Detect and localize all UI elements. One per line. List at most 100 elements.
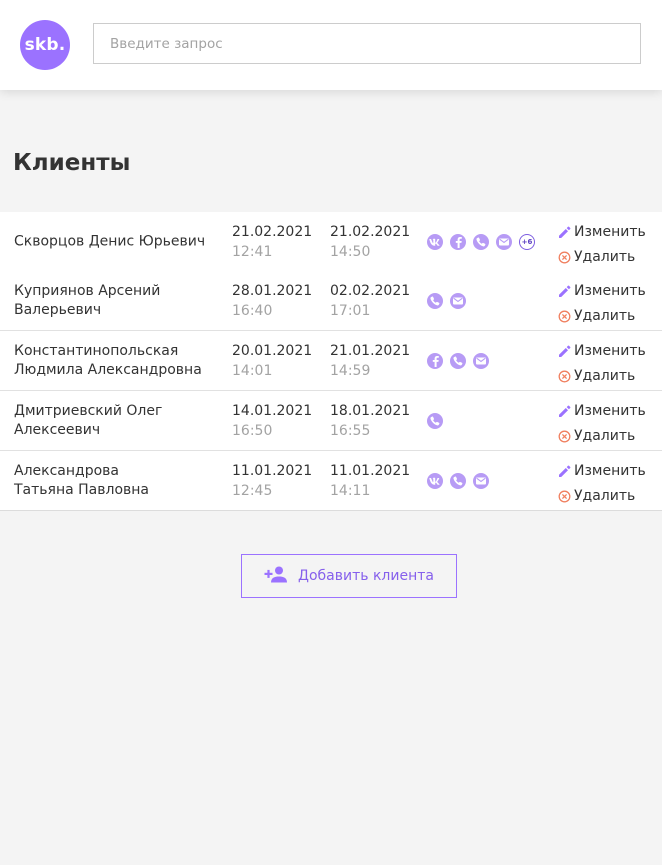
edit-button[interactable]: Изменить <box>558 339 646 364</box>
edit-label: Изменить <box>574 283 646 299</box>
client-row: Скворцов Денис Юрьевич 21.02.2021 12:41 … <box>0 212 662 271</box>
add-client-button[interactable]: Добавить клиента <box>241 554 457 598</box>
phone-icon[interactable] <box>450 352 466 369</box>
email-icon[interactable] <box>496 233 512 250</box>
vk-icon[interactable] <box>427 472 443 489</box>
client-name: Дмитриевский Олег Алексеевич <box>14 402 214 440</box>
vk-icon[interactable] <box>427 233 443 250</box>
delete-label: Удалить <box>574 368 636 384</box>
more-contacts-badge[interactable]: +6 <box>519 233 535 250</box>
delete-label: Удалить <box>574 249 636 265</box>
changed-time: 14:11 <box>330 483 371 499</box>
changed-cell: 18.01.2021 16:55 <box>330 401 410 441</box>
client-name: Скворцов Денис Юрьевич <box>14 232 214 251</box>
delete-button[interactable]: Удалить <box>558 304 646 329</box>
email-icon[interactable] <box>473 472 489 489</box>
created-time: 12:45 <box>232 483 273 499</box>
changed-date: 02.02.2021 <box>330 283 411 299</box>
add-client-label: Добавить клиента <box>298 568 434 584</box>
created-time: 16:50 <box>232 423 273 439</box>
changed-cell: 21.01.2021 14:59 <box>330 341 410 381</box>
delete-label: Удалить <box>574 488 636 504</box>
delete-button[interactable]: Удалить <box>558 245 646 270</box>
pencil-icon <box>558 226 571 239</box>
changed-cell: 02.02.2021 17:01 <box>330 281 410 321</box>
delete-icon <box>558 310 571 323</box>
phone-icon[interactable] <box>427 412 443 429</box>
created-time: 14:01 <box>232 363 273 379</box>
delete-icon <box>558 490 571 503</box>
logo[interactable]: skb. <box>20 20 70 70</box>
changed-time: 17:01 <box>330 303 371 319</box>
edit-button[interactable]: Изменить <box>558 279 646 304</box>
client-row: Куприянов Арсений Валерьевич 28.01.2021 1… <box>0 271 662 331</box>
pencil-icon <box>558 465 571 478</box>
edit-label: Изменить <box>574 224 646 240</box>
client-name-line: Куприянов Арсений <box>14 282 161 299</box>
phone-icon[interactable] <box>473 233 489 250</box>
pencil-icon <box>558 345 571 358</box>
row-actions: Изменить Удалить <box>558 399 646 449</box>
delete-button[interactable]: Удалить <box>558 424 646 449</box>
client-row: Дмитриевский Олег Алексеевич 14.01.2021 1… <box>0 391 662 451</box>
client-name-line: Скворцов Денис Юрьевич <box>14 233 206 249</box>
row-actions: Изменить Удалить <box>558 339 646 389</box>
delete-label: Удалить <box>574 428 636 444</box>
client-name-line: Алексеевич <box>14 421 101 438</box>
client-name-line: Татьяна Павловна <box>14 481 149 498</box>
created-cell: 28.01.2021 16:40 <box>232 281 312 321</box>
delete-icon <box>558 370 571 383</box>
pencil-icon <box>558 405 571 418</box>
email-icon[interactable] <box>473 352 489 369</box>
edit-label: Изменить <box>574 463 646 479</box>
created-date: 11.01.2021 <box>232 463 313 479</box>
created-date: 28.01.2021 <box>232 283 313 299</box>
client-name-line: Александрова <box>14 462 119 479</box>
contacts-list <box>427 292 466 309</box>
created-cell: 21.02.2021 12:41 <box>232 222 312 262</box>
client-row: Александрова Татьяна Павловна 11.01.2021 … <box>0 451 662 511</box>
client-name: Куприянов Арсений Валерьевич <box>14 282 214 320</box>
clients-table: Скворцов Денис Юрьевич 21.02.2021 12:41 … <box>0 212 662 511</box>
delete-icon <box>558 430 571 443</box>
delete-button[interactable]: Удалить <box>558 484 646 509</box>
client-name-line: Дмитриевский Олег <box>14 402 163 419</box>
phone-icon[interactable] <box>427 292 443 309</box>
facebook-icon[interactable] <box>427 352 443 369</box>
email-icon[interactable] <box>450 292 466 309</box>
client-row: Константинопольская Людмила Александровна… <box>0 331 662 391</box>
changed-cell: 21.02.2021 14:50 <box>330 222 410 262</box>
delete-button[interactable]: Удалить <box>558 364 646 389</box>
changed-date: 21.02.2021 <box>330 224 411 240</box>
created-date: 14.01.2021 <box>232 403 313 419</box>
edit-label: Изменить <box>574 403 646 419</box>
client-name-line: Людмила Александровна <box>14 361 202 378</box>
search-input[interactable] <box>93 23 641 64</box>
contacts-list <box>427 472 489 489</box>
facebook-icon[interactable] <box>450 233 466 250</box>
delete-label: Удалить <box>574 308 636 324</box>
contacts-list <box>427 412 443 429</box>
created-date: 21.02.2021 <box>232 224 313 240</box>
changed-date: 11.01.2021 <box>330 463 411 479</box>
changed-time: 16:55 <box>330 423 371 439</box>
edit-button[interactable]: Изменить <box>558 459 646 484</box>
header: skb. <box>0 0 662 90</box>
changed-time: 14:59 <box>330 363 371 379</box>
contacts-list: +6 <box>427 233 535 250</box>
client-name: Константинопольская Людмила Александровна <box>14 342 214 380</box>
page-title: Клиенты <box>13 150 131 176</box>
edit-button[interactable]: Изменить <box>558 399 646 424</box>
pencil-icon <box>558 285 571 298</box>
edit-button[interactable]: Изменить <box>558 220 646 245</box>
changed-cell: 11.01.2021 14:11 <box>330 461 410 501</box>
add-user-icon <box>264 566 288 587</box>
created-time: 16:40 <box>232 303 273 319</box>
created-cell: 14.01.2021 16:50 <box>232 401 312 441</box>
changed-time: 14:50 <box>330 244 371 260</box>
client-name-line: Константинопольская <box>14 342 179 359</box>
client-name: Александрова Татьяна Павловна <box>14 462 214 500</box>
phone-icon[interactable] <box>450 472 466 489</box>
created-cell: 11.01.2021 12:45 <box>232 461 312 501</box>
created-date: 20.01.2021 <box>232 343 313 359</box>
